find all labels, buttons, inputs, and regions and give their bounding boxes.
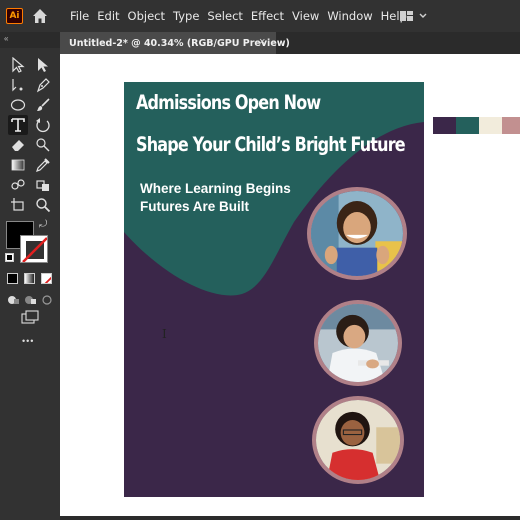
girl-red-shirt-image — [316, 400, 400, 480]
gradient-icon — [11, 159, 25, 171]
main-menu: File Edit Object Type Select Effect View… — [66, 0, 411, 32]
swatch-cream[interactable] — [479, 117, 502, 134]
draw-inside-button[interactable] — [41, 292, 53, 305]
rotate-icon — [36, 118, 50, 133]
curvature-pen-icon — [12, 79, 23, 92]
gradient-mode-button[interactable] — [24, 273, 35, 284]
screen-mode-icon — [21, 310, 39, 324]
color-mode-button[interactable] — [7, 273, 18, 284]
menu-object[interactable]: Object — [124, 0, 169, 32]
swatch-pink[interactable] — [502, 117, 520, 134]
color-swatches — [433, 117, 520, 134]
screen-mode-button[interactable] — [21, 310, 39, 324]
ellipse-icon — [10, 99, 26, 111]
type-tool[interactable] — [8, 115, 28, 135]
menu-select[interactable]: Select — [203, 0, 246, 32]
document-tab-bar: Untitled-2* @ 40.34% (RGB/GPU Preview) × — [60, 32, 520, 54]
default-colors-icon[interactable] — [5, 253, 14, 262]
eyedropper-tool[interactable] — [33, 155, 53, 175]
eyedropper-icon — [36, 158, 50, 172]
panel-header — [0, 32, 60, 48]
artboard-icon — [11, 198, 24, 211]
subheadline-line1[interactable]: Where Learning Begins — [140, 181, 291, 196]
menu-bar: Ai File Edit Object Type Select Effect V… — [0, 0, 520, 32]
draw-behind-button[interactable] — [24, 292, 36, 304]
shape-builder-tool[interactable] — [8, 175, 28, 195]
workspace-grid-icon — [400, 11, 427, 21]
none-slash-icon — [44, 276, 51, 283]
menu-effect[interactable]: Effect — [247, 0, 288, 32]
pen-icon — [36, 78, 50, 93]
headline-line2[interactable]: Shape Your Child’s Bright Future — [136, 133, 406, 156]
girl-writing-image — [318, 304, 398, 382]
zoom-tool[interactable] — [33, 195, 53, 215]
swatch-teal[interactable] — [456, 117, 479, 134]
menu-edit[interactable]: Edit — [93, 0, 123, 32]
stroke-none-icon — [22, 237, 47, 262]
swap-fill-stroke-icon[interactable]: ⤾ — [39, 219, 47, 230]
menu-type[interactable]: Type — [169, 0, 203, 32]
magic-wand-tool[interactable] — [8, 75, 28, 95]
close-tab-button[interactable]: × — [259, 36, 265, 48]
rotate-tool[interactable] — [33, 115, 53, 135]
stroke-color-swatch[interactable] — [20, 235, 48, 263]
direct-selection-arrow-icon — [38, 58, 48, 72]
draw-inside-icon — [42, 295, 52, 305]
paintbrush-icon — [37, 98, 50, 111]
document-tab[interactable]: Untitled-2* @ 40.34% (RGB/GPU Preview) × — [60, 32, 290, 54]
illustrator-logo: Ai — [6, 8, 23, 24]
draw-normal-button[interactable] — [7, 292, 19, 304]
type-cursor-icon: I — [162, 327, 167, 341]
symbol-sprayer-icon — [36, 180, 49, 191]
subheadline-line2[interactable]: Futures Are Built — [140, 199, 249, 214]
selection-tool[interactable] — [8, 55, 28, 75]
draw-behind-icon — [25, 296, 36, 304]
workspace-switcher-button[interactable] — [398, 9, 430, 23]
swatch-purple[interactable] — [433, 117, 456, 134]
artboard-tool[interactable] — [8, 195, 28, 215]
eraser-tool[interactable] — [8, 135, 28, 155]
zoom-icon — [36, 198, 51, 213]
edit-toolbar-button[interactable]: ••• — [22, 336, 34, 346]
menu-view[interactable]: View — [288, 0, 323, 32]
live-paint-tool[interactable] — [33, 175, 53, 195]
eraser-icon — [12, 140, 24, 151]
selection-arrow-icon — [12, 57, 25, 73]
status-bar — [60, 516, 520, 520]
child-photo-thumbs-up[interactable] — [307, 187, 407, 280]
girl-thumbs-up-image — [311, 191, 403, 276]
blend-icon — [11, 179, 25, 190]
collapse-panel-button[interactable]: « — [4, 34, 8, 43]
ellipse-tool[interactable] — [8, 95, 28, 115]
tools-panel: ⤾ ••• — [0, 48, 60, 520]
pen-tool[interactable] — [33, 75, 53, 95]
draw-normal-icon — [8, 296, 19, 304]
menu-window[interactable]: Window — [323, 0, 376, 32]
child-photo-red-shirt[interactable] — [312, 396, 404, 484]
none-mode-button[interactable] — [41, 273, 52, 284]
paintbrush-tool[interactable] — [33, 95, 53, 115]
menu-file[interactable]: File — [66, 0, 93, 32]
gradient-tool[interactable] — [8, 155, 28, 175]
direct-selection-tool[interactable] — [33, 55, 53, 75]
home-icon[interactable] — [32, 8, 48, 24]
lasso-tool[interactable] — [33, 135, 53, 155]
type-t-icon — [11, 118, 25, 132]
headline-line1[interactable]: Admissions Open Now — [136, 91, 321, 114]
document-tab-title: Untitled-2* @ 40.34% (RGB/GPU Preview) — [69, 37, 290, 49]
puppet-warp-icon — [36, 138, 50, 152]
poster-artboard[interactable]: Admissions Open Now Shape Your Child’s B… — [124, 82, 424, 497]
child-photo-writing[interactable] — [314, 300, 402, 386]
